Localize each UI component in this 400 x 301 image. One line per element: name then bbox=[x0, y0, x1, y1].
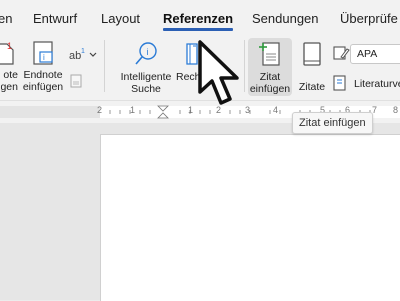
tab-references[interactable]: Referenzen bbox=[163, 11, 233, 26]
svg-text:i: i bbox=[147, 47, 149, 57]
insert-citation-label-1: Zitat bbox=[259, 71, 281, 83]
style-icon bbox=[332, 44, 350, 62]
tab-layout[interactable]: Layout bbox=[101, 11, 140, 26]
smart-lookup-icon: i bbox=[135, 42, 157, 65]
citations-icon bbox=[303, 42, 321, 66]
ruler-number: 2 bbox=[97, 105, 103, 115]
insert-citation-button[interactable]: Zitat einfügen bbox=[248, 38, 292, 96]
citations-button[interactable]: Zitate bbox=[296, 40, 328, 93]
show-notes-icon bbox=[70, 74, 82, 88]
tab-design[interactable]: Entwurf bbox=[33, 11, 77, 26]
footnote-label-2: gen bbox=[0, 81, 18, 93]
ruler-number: 7 bbox=[372, 105, 378, 115]
svg-text:1: 1 bbox=[81, 48, 85, 55]
ruler-number: 1 bbox=[188, 105, 194, 115]
citations-label: Zitate bbox=[298, 81, 326, 93]
smart-lookup-button[interactable]: i Intelligente Suche bbox=[116, 40, 176, 95]
next-footnote-button[interactable]: ab 1 bbox=[68, 46, 98, 64]
document-page[interactable] bbox=[100, 134, 400, 301]
smart-lookup-label-2: Suche bbox=[131, 83, 161, 95]
endnote-icon: i bbox=[33, 41, 53, 65]
bibliography-button[interactable]: Literaturve bbox=[354, 78, 400, 90]
endnote-label-2: einfügen bbox=[22, 81, 64, 93]
insert-footnote-button[interactable]: 1 ote gen bbox=[0, 40, 18, 93]
tooltip: Zitat einfügen bbox=[292, 112, 373, 134]
insert-citation-icon bbox=[259, 42, 280, 66]
mouse-cursor-icon bbox=[198, 40, 239, 105]
endnote-label-1: Endnote bbox=[23, 69, 63, 81]
show-notes-button[interactable] bbox=[70, 74, 82, 88]
insert-citation-label-2: einfügen bbox=[249, 83, 291, 95]
ruler-number: 4 bbox=[273, 105, 279, 115]
insert-endnote-button[interactable]: i Endnote einfügen bbox=[21, 40, 65, 93]
tab-review[interactable]: Überprüfe bbox=[340, 11, 398, 26]
svg-text:ab: ab bbox=[69, 50, 81, 62]
ribbon-separator bbox=[244, 40, 245, 92]
superscript-icon: ab 1 bbox=[69, 48, 97, 62]
citation-style-select[interactable]: APA bbox=[350, 44, 400, 64]
footnote-label-1: ote bbox=[3, 69, 18, 81]
svg-text:i: i bbox=[43, 53, 45, 62]
ribbon-separator bbox=[104, 40, 105, 92]
active-tab-indicator bbox=[163, 28, 233, 31]
ruler-number: 3 bbox=[245, 105, 251, 115]
tab-mailings[interactable]: Sendungen bbox=[252, 11, 319, 26]
citation-style-value: APA bbox=[357, 48, 378, 60]
ribbon-tabs: en Entwurf Layout Referenzen Sendungen Ü… bbox=[0, 0, 400, 34]
tab-home[interactable]: en bbox=[0, 11, 12, 26]
footnote-icon: 1 bbox=[0, 41, 14, 65]
ruler-number: 1 bbox=[130, 105, 136, 115]
ruler-number: 8 bbox=[393, 105, 399, 115]
svg-text:1: 1 bbox=[7, 41, 12, 51]
smart-lookup-label-1: Intelligente bbox=[120, 71, 172, 83]
bibliography-icon bbox=[332, 74, 350, 92]
